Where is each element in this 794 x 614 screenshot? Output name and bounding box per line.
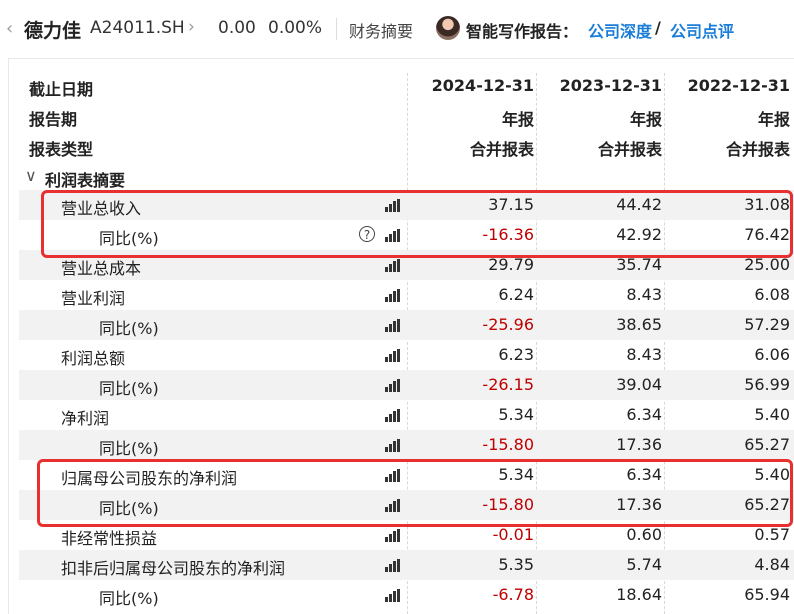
company-deep-link[interactable]: 公司深度 [588, 18, 652, 42]
bar-chart-icon[interactable] [385, 439, 401, 452]
chevron-left-icon[interactable]: ‹ [6, 18, 20, 40]
bar-chart-icon[interactable] [385, 289, 401, 302]
value-cell: -26.15 [482, 375, 534, 394]
row-label: 营业利润 [61, 289, 126, 308]
value-cell: 56.99 [744, 375, 790, 394]
table-row: 净利润 5.34 6.34 5.40 [19, 400, 794, 430]
bar-chart-icon[interactable] [385, 589, 401, 602]
value-cell: -25.96 [482, 315, 534, 334]
header-label: 报告期 [29, 110, 78, 129]
value-cell: 5.74 [626, 555, 662, 574]
financial-summary-tab[interactable]: 财务摘要 [349, 18, 413, 42]
value-cell: 0.57 [754, 525, 790, 544]
header-label: 报表类型 [29, 140, 94, 159]
header-cell: 合并报表 [469, 140, 534, 159]
row-label: 扣非后归属母公司股东的净利润 [61, 559, 286, 578]
avatar [436, 16, 460, 40]
value-cell: 5.34 [498, 405, 534, 424]
table-row: 利润总额 6.23 8.43 6.06 [19, 340, 794, 370]
stock-price: 0.00 [218, 18, 256, 38]
value-cell: -0.01 [492, 525, 534, 544]
stock-header: ‹ 德力佳 A24011.SH › 0.00 0.00% 财务摘要 智能写作报告… [0, 0, 794, 58]
company-review-link[interactable]: 公司点评 [670, 18, 734, 42]
value-cell: 65.27 [744, 435, 790, 454]
value-cell: 6.23 [498, 345, 534, 364]
row-label: 利润总额 [61, 349, 126, 368]
value-cell: 6.08 [754, 285, 790, 304]
value-cell: 65.94 [744, 585, 790, 604]
value-cell: 39.04 [616, 375, 662, 394]
bar-chart-icon[interactable] [385, 259, 401, 272]
value-cell: 5.40 [754, 405, 790, 424]
value-cell: 17.36 [616, 435, 662, 454]
row-label: 同比(%) [99, 589, 159, 608]
value-cell: 6.24 [498, 285, 534, 304]
row-label: 非经常性损益 [61, 529, 158, 548]
header-cell: 2023-12-31 [559, 76, 662, 95]
stock-code: A24011.SH [90, 18, 185, 38]
row-label: 同比(%) [99, 319, 159, 338]
table-row: 同比(%) -15.80 17.36 65.27 [19, 430, 794, 460]
bar-chart-icon[interactable] [385, 409, 401, 422]
chevron-down-icon[interactable]: ∨ [25, 166, 37, 185]
header-cell: 合并报表 [725, 140, 790, 159]
ai-report-label: 智能写作报告： [466, 22, 579, 41]
header-cell: 2024-12-31 [431, 76, 534, 95]
bar-chart-icon[interactable] [385, 529, 401, 542]
row-label: 净利润 [61, 409, 110, 428]
table-header-row: 截止日期 2024-12-31 2023-12-31 2022-12-31 [19, 71, 794, 101]
table-row: 同比(%) -6.78 18.64 65.94 [19, 580, 794, 610]
link-separator: / [655, 18, 661, 37]
value-cell: 38.65 [616, 315, 662, 334]
row-label: 同比(%) [99, 439, 159, 458]
bar-chart-icon[interactable] [385, 379, 401, 392]
chevron-right-icon[interactable]: › [188, 17, 195, 37]
header-cell: 合并报表 [597, 140, 662, 159]
stock-name: 德力佳 [24, 20, 82, 42]
value-cell: 5.35 [498, 555, 534, 574]
table-header-row: 报表类型 合并报表 合并报表 合并报表 [19, 131, 794, 161]
highlight-box-revenue [41, 190, 793, 258]
section-label: 利润表摘要 [45, 171, 126, 190]
table-row: 同比(%) -26.15 39.04 56.99 [19, 370, 794, 400]
section-income-statement[interactable]: ∨ 利润表摘要 [19, 163, 794, 191]
table-row: 营业利润 6.24 8.43 6.08 [19, 280, 794, 310]
bar-chart-icon[interactable] [385, 559, 401, 572]
value-cell: 6.34 [626, 405, 662, 424]
row-label: 营业总成本 [61, 259, 142, 278]
value-cell: -15.80 [482, 435, 534, 454]
table-header-row: 报告期 年报 年报 年报 [19, 101, 794, 131]
value-cell: 8.43 [626, 345, 662, 364]
header-divider [336, 18, 337, 40]
header-label: 截止日期 [29, 80, 94, 99]
stock-change-pct: 0.00% [268, 18, 323, 38]
row-label: 同比(%) [99, 379, 159, 398]
bar-chart-icon[interactable] [385, 319, 401, 332]
highlight-box-net-profit [37, 459, 793, 527]
header-cell: 2022-12-31 [687, 76, 790, 95]
bar-chart-icon[interactable] [385, 349, 401, 362]
value-cell: 0.60 [626, 525, 662, 544]
value-cell: 6.06 [754, 345, 790, 364]
header-cell: 年报 [757, 110, 790, 129]
value-cell: 18.64 [616, 585, 662, 604]
value-cell: 4.84 [754, 555, 790, 574]
value-cell: 8.43 [626, 285, 662, 304]
header-cell: 年报 [629, 110, 662, 129]
financial-table: 截止日期 2024-12-31 2023-12-31 2022-12-31 报告期 年报 年… [8, 58, 794, 614]
table-row: 同比(%) -25.96 38.65 57.29 [19, 310, 794, 340]
table-row: 扣非后归属母公司股东的净利润 5.35 5.74 4.84 [19, 550, 794, 580]
value-cell: 57.29 [744, 315, 790, 334]
header-cell: 年报 [501, 110, 534, 129]
value-cell: -6.78 [492, 585, 534, 604]
